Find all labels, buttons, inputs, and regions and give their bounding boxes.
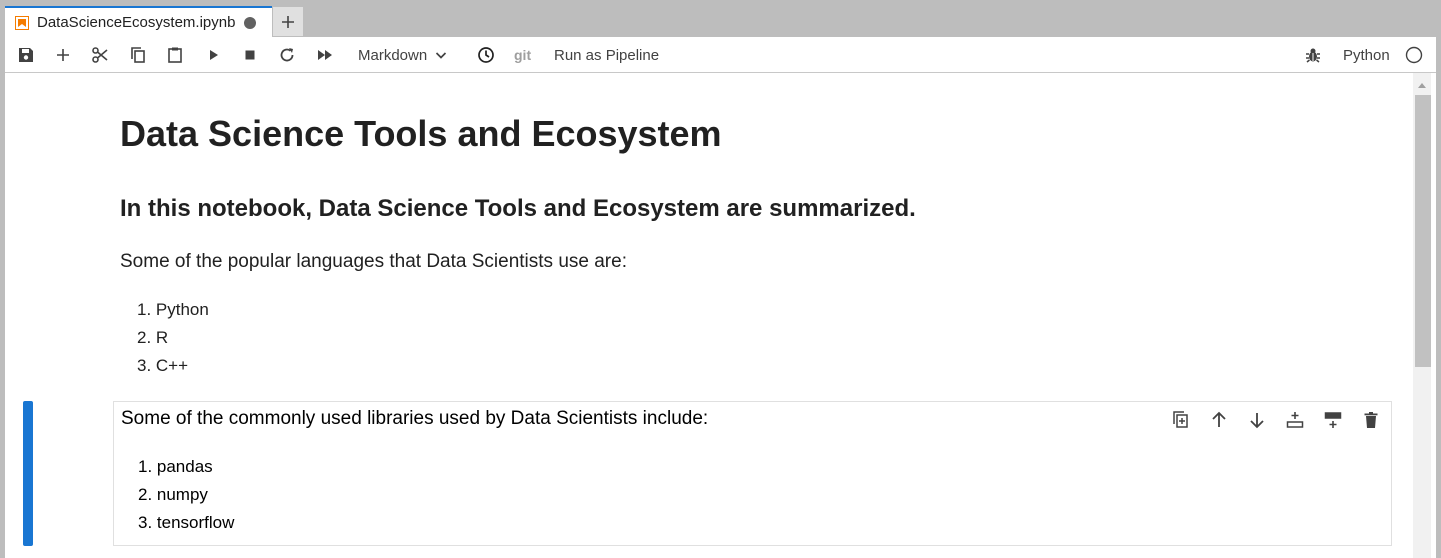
list-item: 1. Python	[137, 300, 209, 319]
fast-forward-icon	[318, 50, 332, 60]
plus-icon	[57, 49, 69, 61]
notebook-subtitle: In this notebook, Data Science Tools and…	[120, 195, 916, 222]
plus-icon	[282, 15, 294, 28]
list-item: 3. C++	[137, 356, 189, 375]
list-item: 1. pandas	[138, 457, 213, 476]
pipeline-label: Run as Pipeline	[554, 46, 660, 64]
unsaved-dot-icon[interactable]	[244, 16, 256, 29]
tab-bar: DataScienceEcosystem.ipynb	[0, 0, 1441, 37]
arrow-down-icon	[1250, 413, 1264, 429]
insert-below-icon	[1324, 412, 1342, 428]
triangle-up-icon	[1418, 82, 1426, 88]
history-button[interactable]	[477, 46, 495, 64]
vertical-scrollbar[interactable]	[1413, 73, 1431, 558]
kernel-name-button[interactable]: Python	[1343, 37, 1390, 73]
notebook-icon	[15, 15, 29, 30]
cell-type-dropdown[interactable]: Markdown	[358, 37, 448, 73]
duplicate-icon	[1173, 411, 1188, 428]
paste-button[interactable]	[166, 46, 184, 64]
clock-icon	[478, 47, 494, 63]
copy-button[interactable]	[129, 46, 147, 64]
chevron-down-icon	[436, 52, 447, 59]
notebook-panel[interactable]: Data Science Tools and Ecosystem In this…	[5, 73, 1436, 558]
list-item: 2. numpy	[138, 485, 208, 504]
languages-intro: Some of the popular languages that Data …	[120, 251, 627, 272]
insert-below-button[interactable]	[1323, 410, 1343, 430]
refresh-icon	[280, 48, 294, 62]
list-item: 3. tensorflow	[138, 513, 235, 532]
kernel-status-indicator	[1405, 46, 1423, 64]
move-down-button[interactable]	[1247, 410, 1267, 430]
cell-toolbar	[1171, 410, 1381, 430]
interrupt-button[interactable]	[241, 46, 259, 64]
cell-type-label: Markdown	[358, 46, 428, 64]
list-item: 2. R	[137, 328, 169, 347]
scissors-icon	[92, 47, 108, 63]
tab-title: DataScienceEcosystem.ipynb	[37, 14, 236, 31]
git-button[interactable]: git	[514, 37, 531, 73]
kernel-idle-icon	[1405, 46, 1423, 64]
stop-icon	[245, 50, 255, 60]
markdown-cell-2[interactable]: Some of the commonly used libraries used…	[113, 401, 1392, 546]
notebook-toolbar: Markdown git Run as Pipeline Python	[5, 37, 1436, 73]
insert-above-icon	[1286, 412, 1304, 428]
restart-run-all-button[interactable]	[316, 46, 334, 64]
scroll-up-button[interactable]	[1413, 79, 1431, 91]
copy-icon	[131, 47, 145, 63]
play-icon	[210, 50, 218, 60]
restart-button[interactable]	[278, 46, 296, 64]
insert-above-button[interactable]	[1285, 410, 1305, 430]
run-as-pipeline-button[interactable]: Run as Pipeline	[554, 37, 659, 73]
insert-cell-button[interactable]	[54, 46, 72, 64]
arrow-up-icon	[1212, 411, 1226, 427]
cell-collapser[interactable]	[23, 401, 33, 546]
duplicate-cell-button[interactable]	[1171, 410, 1191, 430]
save-icon	[19, 48, 33, 62]
save-button[interactable]	[17, 46, 35, 64]
notebook-title: Data Science Tools and Ecosystem	[120, 113, 722, 154]
kernel-name: Python	[1343, 46, 1390, 64]
libraries-intro: Some of the commonly used libraries used…	[121, 408, 709, 429]
bug-icon	[1306, 48, 1320, 63]
notebook-tab[interactable]: DataScienceEcosystem.ipynb	[5, 6, 272, 37]
debugger-button[interactable]	[1304, 46, 1322, 64]
new-tab-button[interactable]	[273, 7, 303, 36]
git-label: git	[514, 47, 532, 63]
scrollbar-thumb[interactable]	[1415, 95, 1431, 367]
run-button[interactable]	[204, 46, 222, 64]
trash-icon	[1364, 412, 1378, 428]
paste-icon	[168, 47, 182, 63]
cut-button[interactable]	[91, 46, 109, 64]
delete-cell-button[interactable]	[1361, 410, 1381, 430]
move-up-button[interactable]	[1209, 410, 1229, 430]
